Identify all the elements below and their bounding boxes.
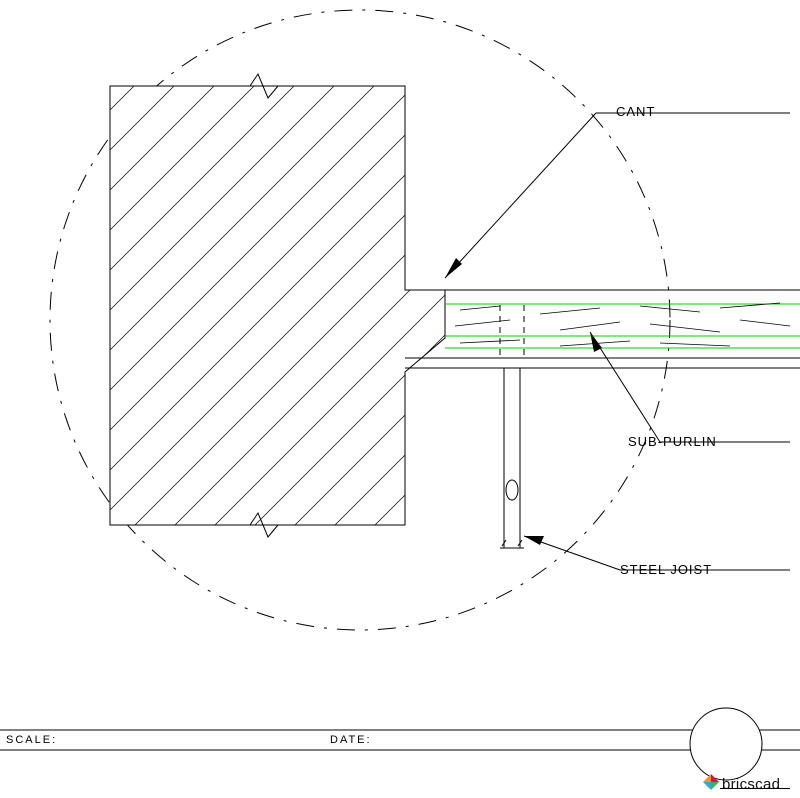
label-steel-joist: STEEL JOIST [620,562,712,577]
label-date: DATE: [330,734,372,746]
steel-joist [500,368,524,548]
cad-detail-drawing: CANT SUB-PURLIN STEEL JOIST SCALE: DATE:… [0,0,800,798]
leader-cant [445,113,790,278]
sub-purlin [445,303,800,348]
brand-text: bricscad [722,776,780,793]
brand-name: bricscad [722,776,780,793]
titleblock [0,730,800,750]
label-sub-purlin: SUB-PURLIN [628,434,717,449]
bricscad-logo-icon [703,774,719,790]
brand-underline [720,788,790,789]
label-scale: SCALE: [6,734,57,746]
drawing-svg [0,0,800,798]
detail-marker-circle [690,708,762,780]
label-cant: CANT [616,104,655,119]
